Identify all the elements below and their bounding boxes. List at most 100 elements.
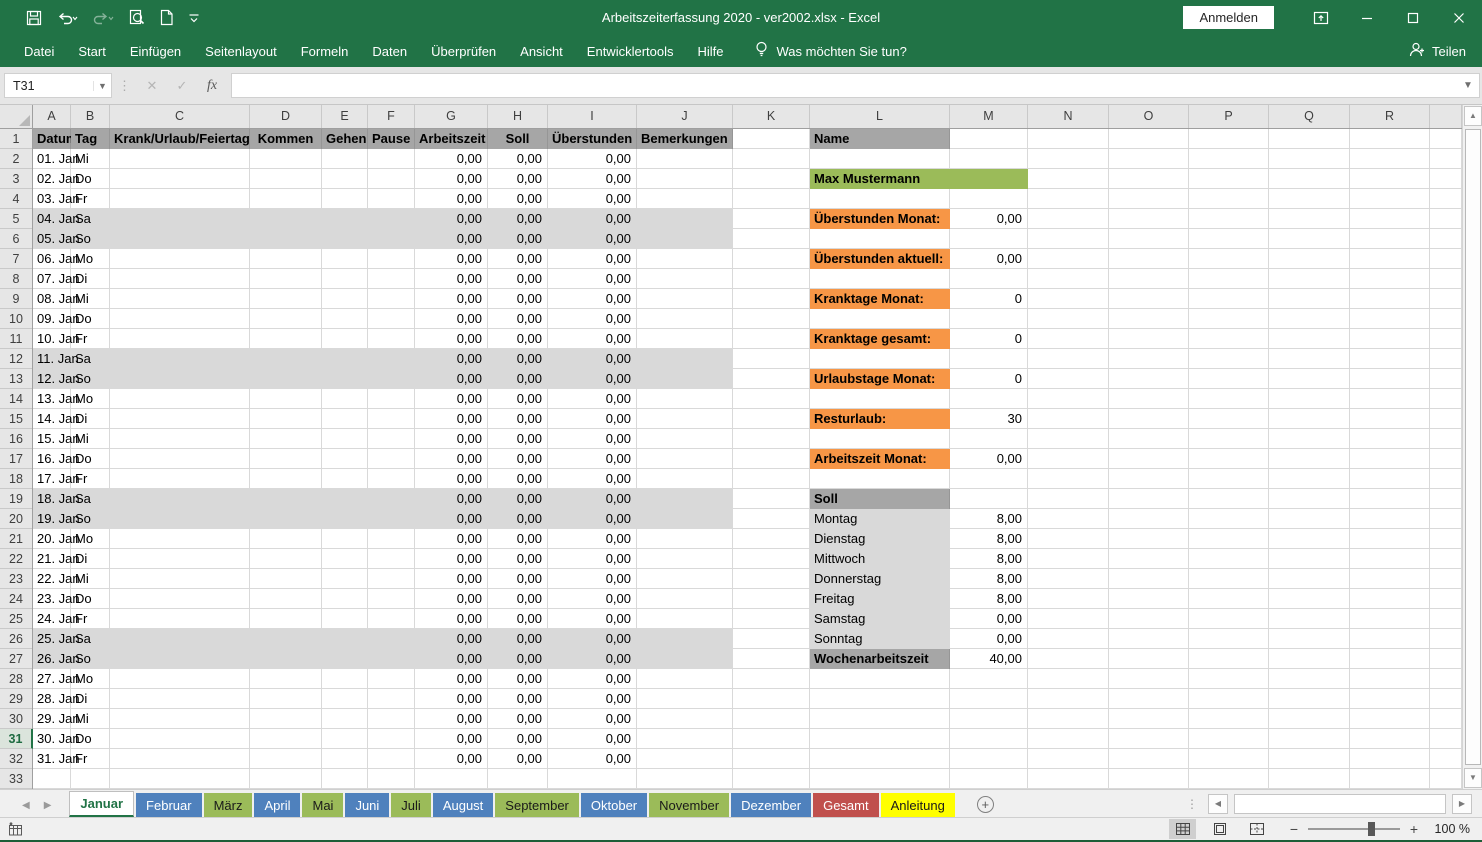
sheet-tab-august[interactable]: August — [433, 793, 493, 817]
side-label-kranktage-gesamt-[interactable]: Kranktage gesamt: — [810, 329, 950, 349]
side-value[interactable]: 0,00 — [950, 449, 1028, 469]
cell-value[interactable]: 0,00 — [415, 689, 488, 709]
row-header-5[interactable]: 5 — [0, 209, 32, 229]
cell-value[interactable]: 0,00 — [488, 509, 548, 529]
cell-value[interactable]: 0,00 — [548, 309, 637, 329]
cell-day[interactable]: Mi — [71, 569, 110, 589]
ribbon-tab-daten[interactable]: Daten — [360, 35, 419, 67]
side-value[interactable]: 0,00 — [950, 249, 1028, 269]
row-header-14[interactable]: 14 — [0, 389, 32, 409]
cell-value[interactable]: 0,00 — [548, 669, 637, 689]
cell-date[interactable]: 08. Jan — [33, 289, 71, 309]
cell-value[interactable]: 0,00 — [415, 289, 488, 309]
cell-value[interactable]: 0,00 — [415, 209, 488, 229]
cell-date[interactable]: 02. Jan — [33, 169, 71, 189]
close-icon[interactable] — [1436, 0, 1482, 35]
cell-day[interactable]: Fr — [71, 609, 110, 629]
row-header-9[interactable]: 9 — [0, 289, 32, 309]
side-label-überstunden-monat-[interactable]: Überstunden Monat: — [810, 209, 950, 229]
ribbon-tab-einfügen[interactable]: Einfügen — [118, 35, 193, 67]
cell-date[interactable]: 28. Jan — [33, 689, 71, 709]
sheet-tab-juni[interactable]: Juni — [345, 793, 389, 817]
side-label-donnerstag[interactable]: Donnerstag — [810, 569, 950, 589]
row-header-24[interactable]: 24 — [0, 589, 32, 609]
row-header-32[interactable]: 32 — [0, 749, 32, 769]
column-header-m[interactable]: M — [950, 105, 1028, 128]
cell-value[interactable]: 0,00 — [548, 449, 637, 469]
row-header-10[interactable]: 10 — [0, 309, 32, 329]
cell-value[interactable]: 0,00 — [488, 409, 548, 429]
cell-value[interactable]: 0,00 — [548, 249, 637, 269]
scroll-down-icon[interactable]: ▼ — [1464, 768, 1482, 788]
row-header-29[interactable]: 29 — [0, 689, 32, 709]
cell-value[interactable]: 0,00 — [488, 749, 548, 769]
zoom-slider[interactable] — [1308, 828, 1400, 830]
cell-date[interactable]: 30. Jan — [33, 729, 71, 749]
cell-value[interactable]: 0,00 — [415, 709, 488, 729]
cell-date[interactable]: 11. Jan — [33, 349, 71, 369]
side-value[interactable]: 0,00 — [950, 629, 1028, 649]
macro-record-icon[interactable] — [8, 822, 23, 836]
row-header-15[interactable]: 15 — [0, 409, 32, 429]
zoom-in-icon[interactable]: + — [1408, 821, 1420, 837]
cell-value[interactable]: 0,00 — [548, 229, 637, 249]
row-header-19[interactable]: 19 — [0, 489, 32, 509]
cell-value[interactable]: 0,00 — [415, 149, 488, 169]
row-header-11[interactable]: 11 — [0, 329, 32, 349]
row-header-31[interactable]: 31 — [0, 729, 33, 749]
cell-day[interactable]: Di — [71, 689, 110, 709]
save-icon[interactable] — [26, 10, 42, 26]
cell-day[interactable]: Mi — [71, 429, 110, 449]
cell-day[interactable]: Sa — [71, 489, 110, 509]
table-header-gehen[interactable]: Gehen — [322, 129, 368, 149]
column-header-a[interactable]: A — [33, 105, 71, 128]
column-header-n[interactable]: N — [1028, 105, 1109, 128]
side-label-urlaubstage-monat-[interactable]: Urlaubstage Monat: — [810, 369, 950, 389]
zoom-out-icon[interactable]: − — [1288, 821, 1300, 837]
sheet-tab-märz[interactable]: März — [204, 793, 253, 817]
cell-value[interactable]: 0,00 — [415, 509, 488, 529]
cell-value[interactable]: 0,00 — [488, 269, 548, 289]
row-header-28[interactable]: 28 — [0, 669, 32, 689]
column-header-r[interactable]: R — [1350, 105, 1430, 128]
table-header-tag[interactable]: Tag — [71, 129, 110, 149]
customize-quick-access-icon[interactable] — [188, 12, 200, 24]
sheet-tab-november[interactable]: November — [649, 793, 729, 817]
side-value[interactable]: 0 — [950, 289, 1028, 309]
ribbon-display-options-icon[interactable] — [1298, 0, 1344, 35]
cell-value[interactable]: 0,00 — [415, 629, 488, 649]
cell-value[interactable]: 0,00 — [488, 349, 548, 369]
cell-date[interactable]: 31. Jan — [33, 749, 71, 769]
sheet-tab-januar[interactable]: Januar — [69, 791, 134, 817]
cell-date[interactable]: 04. Jan — [33, 209, 71, 229]
minimize-icon[interactable] — [1344, 0, 1390, 35]
cell-value[interactable]: 0,00 — [488, 149, 548, 169]
sheet-prev-icon[interactable]: ◀ — [22, 800, 30, 811]
cell-date[interactable]: 19. Jan — [33, 509, 71, 529]
cell-value[interactable]: 0,00 — [415, 409, 488, 429]
cell-value[interactable]: 0,00 — [548, 429, 637, 449]
row-header-6[interactable]: 6 — [0, 229, 32, 249]
cell-value[interactable]: 0,00 — [415, 649, 488, 669]
row-header-1[interactable]: 1 — [0, 129, 32, 149]
page-layout-view-icon[interactable] — [1206, 819, 1233, 839]
cell-day[interactable]: Mi — [71, 709, 110, 729]
cell-date[interactable]: 29. Jan — [33, 709, 71, 729]
row-header-33[interactable]: 33 — [0, 769, 32, 789]
row-header-18[interactable]: 18 — [0, 469, 32, 489]
cell-date[interactable]: 23. Jan — [33, 589, 71, 609]
row-header-16[interactable]: 16 — [0, 429, 32, 449]
sheet-tab-juli[interactable]: Juli — [391, 793, 431, 817]
ribbon-tab-überprüfen[interactable]: Überprüfen — [419, 35, 508, 67]
cell-day[interactable]: Di — [71, 269, 110, 289]
table-header-bemerkungen[interactable]: Bemerkungen — [637, 129, 733, 149]
cell-value[interactable]: 0,00 — [415, 369, 488, 389]
sheet-tab-dezember[interactable]: Dezember — [731, 793, 811, 817]
side-value[interactable]: 0,00 — [950, 209, 1028, 229]
cell-day[interactable]: Fr — [71, 189, 110, 209]
cell-value[interactable]: 0,00 — [488, 529, 548, 549]
cell-value[interactable]: 0,00 — [415, 589, 488, 609]
name-box-dropdown-icon[interactable]: ▼ — [93, 81, 111, 91]
column-header-c[interactable]: C — [110, 105, 250, 128]
side-value[interactable]: 8,00 — [950, 549, 1028, 569]
